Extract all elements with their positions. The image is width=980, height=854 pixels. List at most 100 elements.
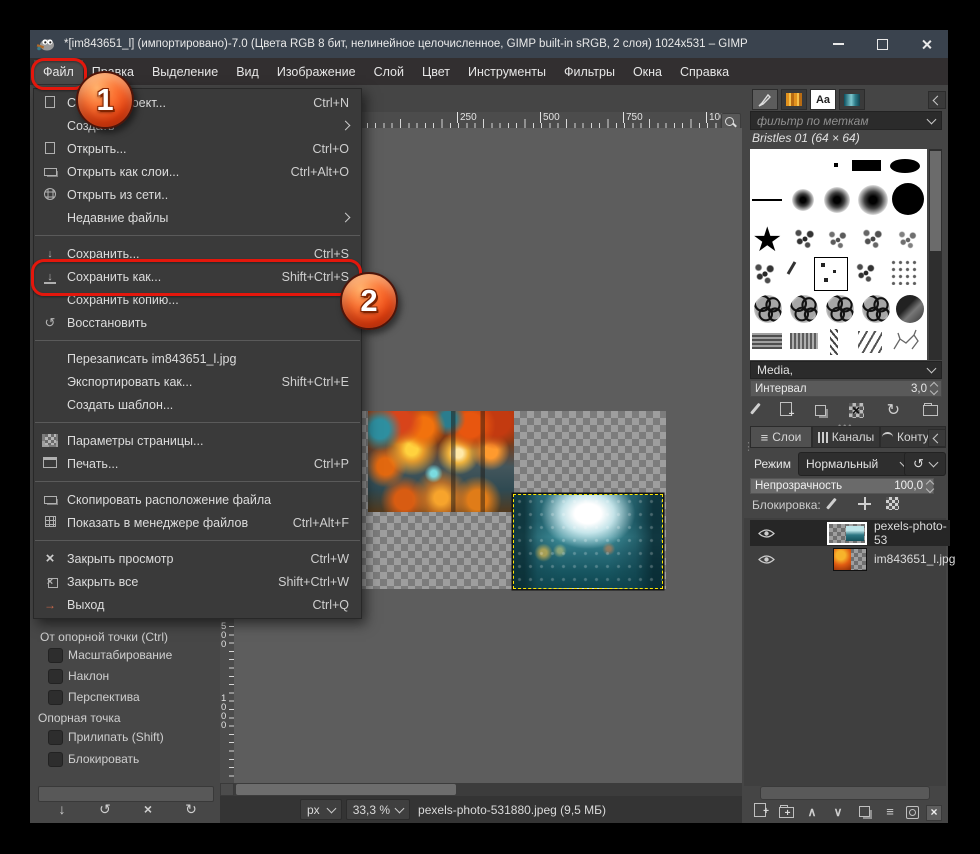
brush-swatch[interactable] bbox=[858, 331, 882, 353]
brush-swatch[interactable] bbox=[752, 333, 782, 349]
brush-swatch[interactable] bbox=[787, 261, 797, 275]
menu-item-page-setup[interactable]: Параметры страницы... bbox=[34, 429, 361, 452]
duplicate-brush-button[interactable] bbox=[815, 402, 826, 419]
brush-swatch[interactable] bbox=[890, 259, 918, 285]
maximize-button[interactable] bbox=[860, 30, 904, 58]
brush-swatch[interactable] bbox=[790, 333, 818, 349]
menu-item-recent-files[interactable]: Недавние файлы bbox=[34, 206, 361, 229]
close-button[interactable] bbox=[904, 30, 948, 58]
new-layer-button[interactable] bbox=[750, 803, 770, 821]
menu-layer[interactable]: Слой bbox=[365, 60, 413, 84]
quick-mask-toggle[interactable] bbox=[220, 783, 234, 796]
layers-list-scrollbar[interactable] bbox=[760, 786, 930, 800]
brush-swatch-selected[interactable] bbox=[814, 257, 848, 291]
menu-windows[interactable]: Окна bbox=[624, 60, 671, 84]
tab-patterns[interactable] bbox=[781, 89, 807, 110]
brush-grid-scrollbar[interactable] bbox=[929, 149, 942, 360]
edit-brush-button[interactable] bbox=[754, 402, 757, 418]
menu-item-revert[interactable]: Восстановить bbox=[34, 311, 361, 334]
brush-swatch[interactable] bbox=[852, 160, 881, 171]
tag-filter-input[interactable]: фильтр по меткам bbox=[750, 111, 942, 130]
lower-layer-button[interactable]: ∨ bbox=[828, 803, 848, 821]
menu-item-overwrite[interactable]: Перезаписать im843651_l.jpg bbox=[34, 347, 361, 370]
opacity-spinner[interactable] bbox=[927, 481, 933, 492]
menu-select[interactable]: Выделение bbox=[143, 60, 227, 84]
spacing-spinner[interactable] bbox=[931, 383, 937, 394]
menu-item-export-as[interactable]: Экспортировать как... Shift+Ctrl+E bbox=[34, 370, 361, 393]
tab-channels[interactable]: Каналы bbox=[812, 426, 880, 448]
brush-swatch[interactable] bbox=[862, 295, 890, 323]
lock-position-button[interactable] bbox=[858, 497, 874, 511]
menu-item-copy-location[interactable]: Скопировать расположение файла bbox=[34, 488, 361, 511]
brush-swatch[interactable] bbox=[892, 183, 924, 215]
photo-layer-selection[interactable] bbox=[513, 494, 663, 589]
duplicate-layer-button[interactable] bbox=[854, 803, 874, 821]
menu-item-quit[interactable]: Выход Ctrl+Q bbox=[34, 593, 361, 616]
snap-checkbox[interactable] bbox=[48, 730, 63, 745]
brush-swatch[interactable] bbox=[792, 189, 814, 211]
brush-swatch[interactable] bbox=[826, 295, 854, 323]
brush-swatch[interactable] bbox=[830, 329, 838, 355]
save-tool-preset-button[interactable]: ↓ bbox=[52, 801, 72, 817]
brush-swatch[interactable] bbox=[790, 295, 818, 323]
dockable-menu-button[interactable] bbox=[928, 91, 946, 109]
delete-brush-button[interactable]: × bbox=[849, 403, 864, 418]
refresh-brushes-button[interactable]: ↻ bbox=[887, 400, 900, 420]
menu-filters[interactable]: Фильтры bbox=[555, 60, 624, 84]
new-group-button[interactable] bbox=[776, 803, 796, 821]
layers-menu-button[interactable] bbox=[928, 429, 946, 447]
canvas-horizontal-scrollbar[interactable] bbox=[234, 783, 742, 796]
menu-help[interactable]: Справка bbox=[671, 60, 738, 84]
menu-view[interactable]: Вид bbox=[227, 60, 268, 84]
layer-row-active[interactable]: pexels-photo-53 bbox=[750, 520, 950, 546]
shear-checkbox[interactable] bbox=[48, 669, 63, 684]
mode-switch-group[interactable]: ↺ bbox=[904, 452, 946, 476]
tab-brushes[interactable] bbox=[752, 89, 778, 110]
layer-row[interactable]: im843651_l.jpg bbox=[750, 546, 950, 572]
menu-item-close-view[interactable]: Закрыть просмотр Ctrl+W bbox=[34, 547, 361, 570]
minimize-button[interactable] bbox=[816, 30, 860, 58]
delete-layer-button[interactable]: × bbox=[924, 803, 944, 821]
brush-swatch[interactable] bbox=[834, 163, 838, 167]
brush-swatch[interactable] bbox=[754, 295, 782, 323]
brush-swatch[interactable] bbox=[826, 229, 850, 251]
brush-swatch[interactable] bbox=[752, 261, 778, 287]
brush-swatch[interactable] bbox=[896, 229, 920, 251]
menu-item-print[interactable]: Печать... Ctrl+P bbox=[34, 452, 361, 475]
brush-swatch[interactable] bbox=[858, 185, 888, 215]
open-brush-button[interactable] bbox=[923, 401, 938, 419]
perspective-checkbox[interactable] bbox=[48, 690, 63, 705]
reset-tool-options-button[interactable]: ↻ bbox=[181, 801, 201, 818]
brush-swatch-animal[interactable] bbox=[890, 327, 922, 355]
restore-tool-preset-button[interactable]: ↺ bbox=[95, 801, 115, 818]
brush-swatch[interactable] bbox=[824, 187, 850, 213]
menu-tools[interactable]: Инструменты bbox=[459, 60, 555, 84]
title-bar[interactable]: *[im843651_l] (импортировано)-7.0 (Цвета… bbox=[30, 30, 948, 58]
brush-swatch[interactable] bbox=[752, 199, 782, 201]
menu-item-open-as-layers[interactable]: Открыть как слои... Ctrl+Alt+O bbox=[34, 160, 361, 183]
scrollbar-thumb[interactable] bbox=[930, 151, 941, 251]
media-dropdown[interactable]: Media, bbox=[750, 361, 942, 379]
lock-checkbox[interactable] bbox=[48, 752, 63, 767]
visibility-icon[interactable] bbox=[758, 528, 775, 539]
lock-alpha-button[interactable] bbox=[886, 497, 902, 511]
menu-item-close-all[interactable]: Закрыть все Shift+Ctrl+W bbox=[34, 570, 361, 593]
brush-swatch[interactable] bbox=[860, 227, 886, 251]
merge-layer-button[interactable]: ≡ bbox=[880, 803, 900, 821]
opacity-slider[interactable]: Непрозрачность 100,0 bbox=[750, 478, 934, 494]
menu-color[interactable]: Цвет bbox=[413, 60, 459, 84]
delete-tool-preset-button[interactable]: × bbox=[138, 801, 158, 817]
new-brush-button[interactable] bbox=[780, 402, 792, 419]
layer-thumbnail[interactable] bbox=[827, 522, 867, 545]
painting-layer-image[interactable] bbox=[368, 411, 514, 512]
raise-layer-button[interactable]: ∧ bbox=[802, 803, 822, 821]
unit-dropdown[interactable]: px bbox=[300, 799, 342, 820]
brush-swatch-star[interactable]: ★ bbox=[752, 223, 782, 257]
lock-paint-button[interactable] bbox=[830, 497, 846, 511]
menu-image[interactable]: Изображение bbox=[268, 60, 365, 84]
menu-item-create-template[interactable]: Создать шаблон... bbox=[34, 393, 361, 416]
tool-options-scrollbar[interactable] bbox=[38, 786, 214, 802]
layer-thumbnail[interactable] bbox=[833, 548, 867, 571]
zoom-dropdown[interactable]: 33,3 % bbox=[346, 799, 410, 820]
spacing-slider[interactable]: Интервал 3,0 bbox=[750, 380, 942, 397]
